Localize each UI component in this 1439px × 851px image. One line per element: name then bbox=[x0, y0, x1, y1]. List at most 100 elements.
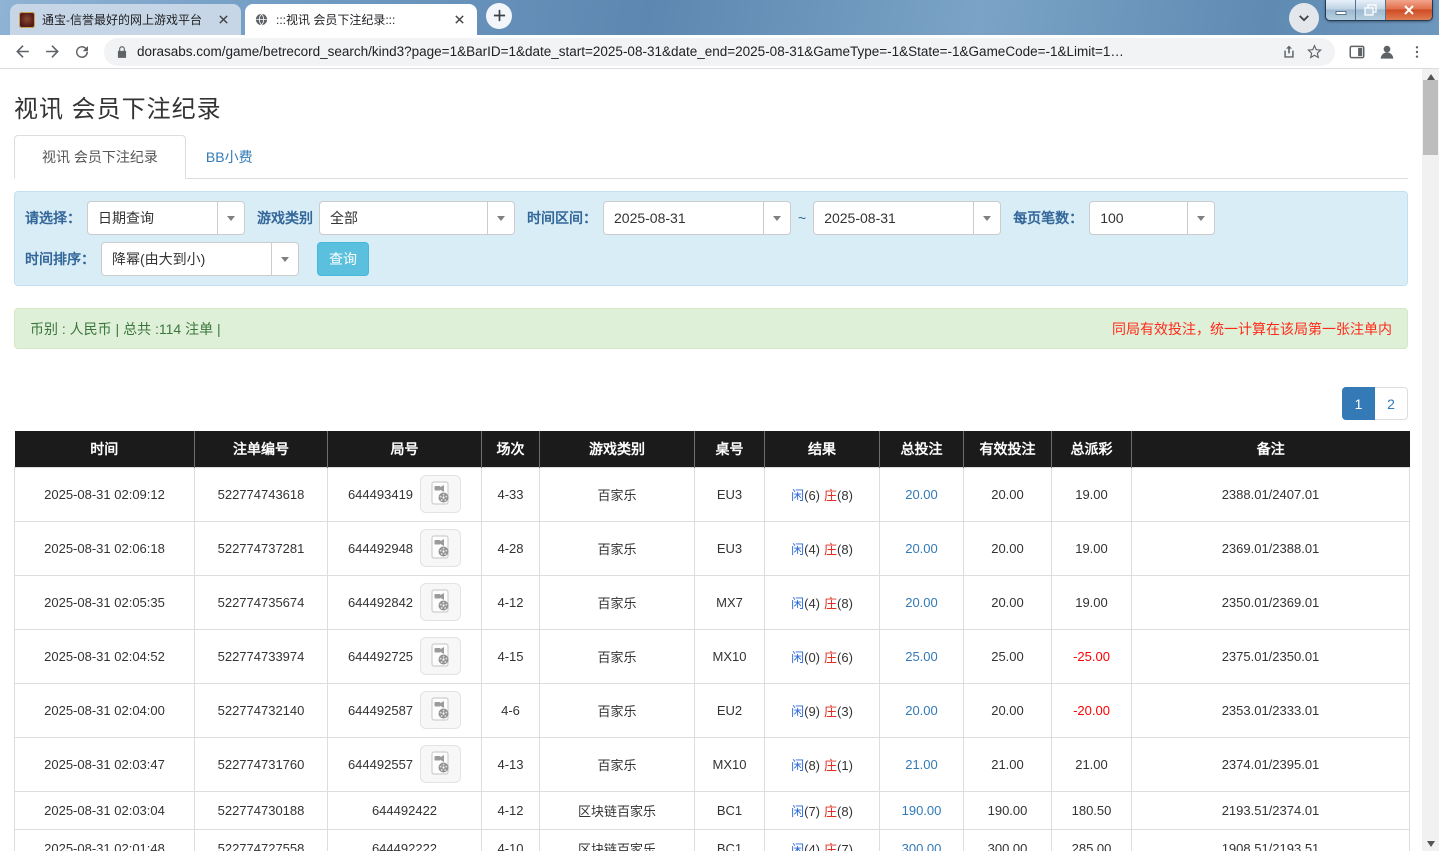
header-total-bet: 总投注 bbox=[879, 431, 964, 467]
game-type-select[interactable]: 全部 bbox=[319, 201, 515, 235]
cell-total-bet[interactable]: 300.00 bbox=[879, 828, 964, 851]
player-label: 闲 bbox=[791, 541, 805, 557]
cell-valid-bet: 300.00 bbox=[963, 828, 1052, 851]
page-size-label: 每页笔数： bbox=[1013, 210, 1084, 226]
browser-tab-active[interactable]: :::视讯 会员下注纪录::: bbox=[245, 4, 477, 35]
video-replay-button[interactable] bbox=[420, 691, 462, 729]
page-button-2[interactable]: 2 bbox=[1375, 387, 1408, 420]
forward-icon[interactable] bbox=[38, 38, 66, 66]
cell-bet-id: 522774733974 bbox=[194, 628, 328, 684]
tab-close-icon[interactable] bbox=[451, 11, 468, 28]
tab-search-chevron-button[interactable] bbox=[1289, 3, 1319, 33]
video-replay-button[interactable] bbox=[420, 475, 462, 513]
cell-time: 2025-08-31 02:04:52 bbox=[14, 628, 195, 684]
cell-session: 4-33 bbox=[481, 466, 540, 522]
cell-session: 4-10 bbox=[481, 828, 540, 851]
page-scrollbar[interactable] bbox=[1422, 69, 1439, 851]
cell-result: 闲(0) 庄(6) bbox=[764, 628, 880, 684]
browser-tab-inactive[interactable]: 通宝-信誉最好的网上游戏平台 bbox=[10, 4, 241, 35]
cell-game-type: 百家乐 bbox=[539, 574, 695, 630]
date-end-input[interactable]: 2025-08-31 bbox=[813, 201, 1002, 235]
globe-favicon-icon bbox=[254, 12, 269, 27]
cell-time: 2025-08-31 02:09:12 bbox=[14, 466, 195, 522]
profile-avatar-icon[interactable] bbox=[1373, 38, 1401, 66]
cell-total-bet[interactable]: 20.00 bbox=[879, 682, 964, 738]
video-replay-button[interactable] bbox=[420, 583, 462, 621]
summary-bar: 币别 : 人民币 | 总共 :114 注单 | 同局有效投注，统一计算在该局第一… bbox=[14, 308, 1408, 349]
tab-bet-records[interactable]: 视讯 会员下注纪录 bbox=[14, 135, 186, 179]
chevron-down-icon[interactable] bbox=[217, 202, 244, 234]
page-content: 视讯 会员下注纪录 视讯 会员下注纪录 BB小费 请选择： 日期查询 游戏类别 … bbox=[0, 69, 1422, 851]
banker-label: 庄 bbox=[824, 595, 838, 611]
restore-button[interactable] bbox=[1356, 0, 1386, 20]
query-type-label: 请选择： bbox=[25, 210, 81, 226]
cell-total-bet[interactable]: 190.00 bbox=[879, 790, 964, 830]
cell-result: 闲(9) 庄(3) bbox=[764, 682, 880, 738]
window-controls bbox=[1325, 0, 1433, 21]
player-label: 闲 bbox=[791, 487, 805, 503]
cell-total-bet[interactable]: 20.00 bbox=[879, 520, 964, 576]
banker-label: 庄 bbox=[824, 841, 838, 851]
table-row: 2025-08-31 02:05:35 522774735674 6444928… bbox=[14, 574, 1410, 630]
address-bar[interactable]: dorasabs.com/game/betrecord_search/kind3… bbox=[104, 37, 1335, 66]
page-button-1[interactable]: 1 bbox=[1342, 387, 1375, 420]
cell-table-no: MX7 bbox=[694, 574, 765, 630]
video-replay-button[interactable] bbox=[420, 745, 462, 783]
video-replay-button[interactable] bbox=[420, 637, 462, 675]
cell-round-id: 644492948 bbox=[327, 520, 482, 576]
pagination: 1 2 bbox=[14, 387, 1408, 420]
cell-table-no: BC1 bbox=[694, 790, 765, 830]
video-replay-button[interactable] bbox=[420, 529, 462, 567]
cell-game-type: 百家乐 bbox=[539, 736, 695, 792]
cell-valid-bet: 20.00 bbox=[963, 520, 1052, 576]
banker-label: 庄 bbox=[824, 649, 838, 665]
table-row: 2025-08-31 02:03:47 522774731760 6444925… bbox=[14, 736, 1410, 792]
cell-total-bet[interactable]: 21.00 bbox=[879, 736, 964, 792]
cell-remark: 2374.01/2395.01 bbox=[1131, 736, 1410, 792]
chevron-down-icon[interactable] bbox=[763, 202, 790, 234]
search-button[interactable]: 查询 bbox=[317, 242, 369, 276]
close-button[interactable] bbox=[1386, 0, 1432, 20]
scroll-down-icon[interactable] bbox=[1422, 836, 1439, 851]
cell-time: 2025-08-31 02:04:00 bbox=[14, 682, 195, 738]
new-tab-button[interactable] bbox=[486, 2, 512, 29]
cell-session: 4-12 bbox=[481, 790, 540, 830]
chevron-down-icon[interactable] bbox=[973, 202, 1000, 234]
chevron-down-icon[interactable] bbox=[271, 243, 298, 275]
menu-dots-icon[interactable] bbox=[1403, 38, 1431, 66]
sort-order-select[interactable]: 降幂(由大到小) bbox=[101, 242, 299, 276]
minimize-button[interactable] bbox=[1326, 0, 1356, 20]
cell-bet-id: 522774730188 bbox=[194, 790, 328, 830]
tab-title: 通宝-信誉最好的网上游戏平台 bbox=[42, 13, 202, 27]
table-row: 2025-08-31 02:01:48 522774727558 6444922… bbox=[14, 828, 1410, 851]
date-start-input[interactable]: 2025-08-31 bbox=[603, 201, 791, 235]
bookmark-star-icon[interactable] bbox=[1306, 43, 1323, 60]
cell-total-bet[interactable]: 20.00 bbox=[879, 574, 964, 630]
browser-toolbar: dorasabs.com/game/betrecord_search/kind3… bbox=[0, 35, 1439, 69]
chevron-down-icon[interactable] bbox=[1187, 202, 1214, 234]
cell-total-bet[interactable]: 20.00 bbox=[879, 466, 964, 522]
back-icon[interactable] bbox=[8, 38, 36, 66]
tab-bb-tips[interactable]: BB小费 bbox=[186, 136, 273, 178]
reload-icon[interactable] bbox=[68, 38, 96, 66]
cell-total-bet[interactable]: 25.00 bbox=[879, 628, 964, 684]
cell-valid-bet: 20.00 bbox=[963, 682, 1052, 738]
cell-payout: -25.00 bbox=[1051, 628, 1132, 684]
table-row: 2025-08-31 02:04:00 522774732140 6444925… bbox=[14, 682, 1410, 738]
cell-table-no: EU3 bbox=[694, 520, 765, 576]
table-header-row: 时间 注单编号 局号 场次 游戏类别 桌号 结果 总投注 有效投注 总派彩 备注 bbox=[14, 431, 1410, 467]
page-size-select[interactable]: 100 bbox=[1089, 201, 1216, 235]
scrollbar-thumb[interactable] bbox=[1423, 80, 1438, 155]
chevron-down-icon[interactable] bbox=[487, 202, 514, 234]
cell-payout: 19.00 bbox=[1051, 466, 1132, 522]
query-type-select[interactable]: 日期查询 bbox=[87, 201, 245, 235]
player-label: 闲 bbox=[791, 757, 805, 773]
cell-time: 2025-08-31 02:03:04 bbox=[14, 790, 195, 830]
cell-remark: 2375.01/2350.01 bbox=[1131, 628, 1410, 684]
share-icon[interactable] bbox=[1281, 44, 1297, 60]
tab-close-icon[interactable] bbox=[215, 11, 232, 28]
cell-game-type: 区块链百家乐 bbox=[539, 828, 695, 851]
side-panel-icon[interactable] bbox=[1343, 38, 1371, 66]
cell-table-no: BC1 bbox=[694, 828, 765, 851]
url-text[interactable]: dorasabs.com/game/betrecord_search/kind3… bbox=[137, 44, 1272, 59]
